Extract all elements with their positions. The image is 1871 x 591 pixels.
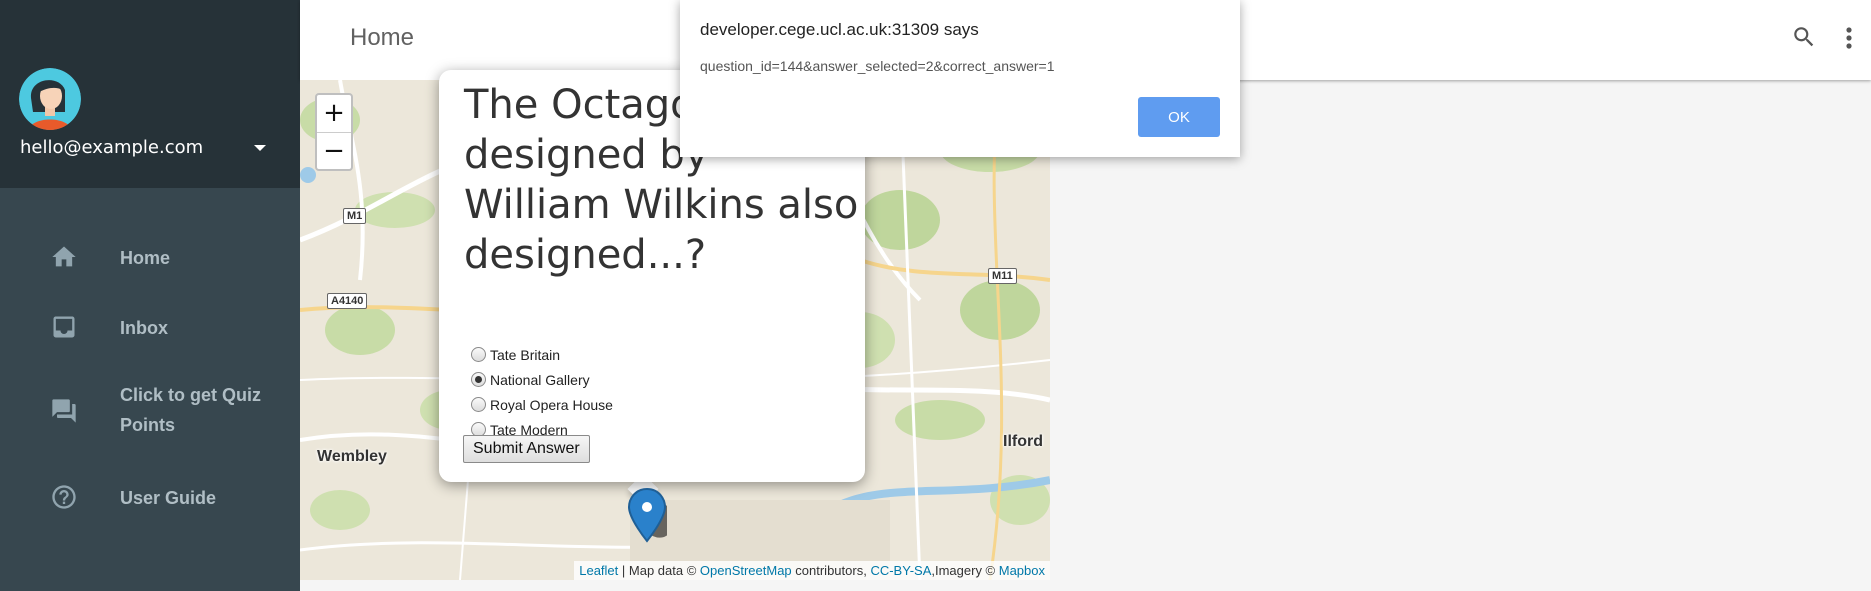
alert-dialog: developer.cege.ucl.ac.uk:31309 says ques… <box>680 0 1240 157</box>
home-icon <box>50 243 78 271</box>
sidebar-item-quiz-points[interactable]: Click to get Quiz Points <box>0 368 300 452</box>
sidebar-item-label: User Guide <box>120 488 217 508</box>
place-label-wembley: Wembley <box>317 448 387 465</box>
search-icon[interactable] <box>1791 24 1817 50</box>
page-title: Home <box>350 24 415 51</box>
avatar[interactable] <box>19 68 81 130</box>
place-label-ilford: Ilford <box>1003 433 1043 450</box>
map-attribution: Leaflet | Map data © OpenStreetMap contr… <box>574 561 1050 580</box>
radio-button[interactable] <box>471 397 486 412</box>
zoom-out-button[interactable]: − <box>317 132 351 169</box>
more-vert-icon[interactable] <box>1843 24 1855 52</box>
help-circle-icon <box>50 483 78 511</box>
zoom-in-button[interactable]: + <box>317 95 351 132</box>
option-label: Tate Britain <box>490 346 561 363</box>
inbox-icon <box>50 313 78 341</box>
zoom-control: + − <box>315 93 353 171</box>
leaflet-link[interactable]: Leaflet <box>579 563 618 578</box>
openstreetmap-link[interactable]: OpenStreetMap <box>700 563 792 578</box>
sidebar-item-label: Inbox <box>120 318 168 338</box>
quiz-option[interactable]: Royal Opera House <box>471 392 613 417</box>
sidebar-item-label: Home <box>120 248 171 268</box>
user-email: hello@example.com <box>20 137 204 158</box>
radio-button-selected[interactable] <box>471 372 486 387</box>
cc-by-sa-link[interactable]: CC-BY-SA <box>870 563 931 578</box>
option-label: National Gallery <box>490 371 590 388</box>
dialog-message: question_id=144&answer_selected=2&correc… <box>700 58 1055 74</box>
sidebar-header: hello@example.com <box>0 0 300 188</box>
road-label-m1: M1 <box>343 208 367 224</box>
quiz-options: Tate Britain National Gallery Royal Oper… <box>471 342 613 442</box>
quiz-option[interactable]: Tate Britain <box>471 342 613 367</box>
dialog-title: developer.cege.ucl.ac.uk:31309 says <box>700 20 979 39</box>
road-label-m11: M11 <box>988 268 1017 284</box>
sidebar-item-user-guide[interactable]: User Guide <box>0 468 300 528</box>
sidebar: hello@example.com Home Inbox Click to ge… <box>0 0 300 591</box>
chat-icon <box>50 397 78 425</box>
sidebar-item-home[interactable]: Home <box>0 228 300 288</box>
option-label: Royal Opera House <box>490 396 613 413</box>
road-label-a4140: A4140 <box>327 293 368 309</box>
sidebar-item-label: Click to get Quiz Points <box>120 385 262 435</box>
attribution-text: contributors, <box>791 563 871 578</box>
attribution-text: ,Imagery © <box>931 563 999 578</box>
radio-button[interactable] <box>471 347 486 362</box>
map-marker-icon[interactable] <box>627 487 673 547</box>
ok-button[interactable]: OK <box>1138 97 1220 137</box>
quiz-option[interactable]: National Gallery <box>471 367 613 392</box>
attribution-text: | Map data © <box>618 563 700 578</box>
chevron-down-icon[interactable] <box>252 140 268 156</box>
mapbox-link[interactable]: Mapbox <box>999 563 1045 578</box>
sidebar-item-inbox[interactable]: Inbox <box>0 298 300 358</box>
submit-answer-button[interactable]: Submit Answer <box>463 435 590 463</box>
